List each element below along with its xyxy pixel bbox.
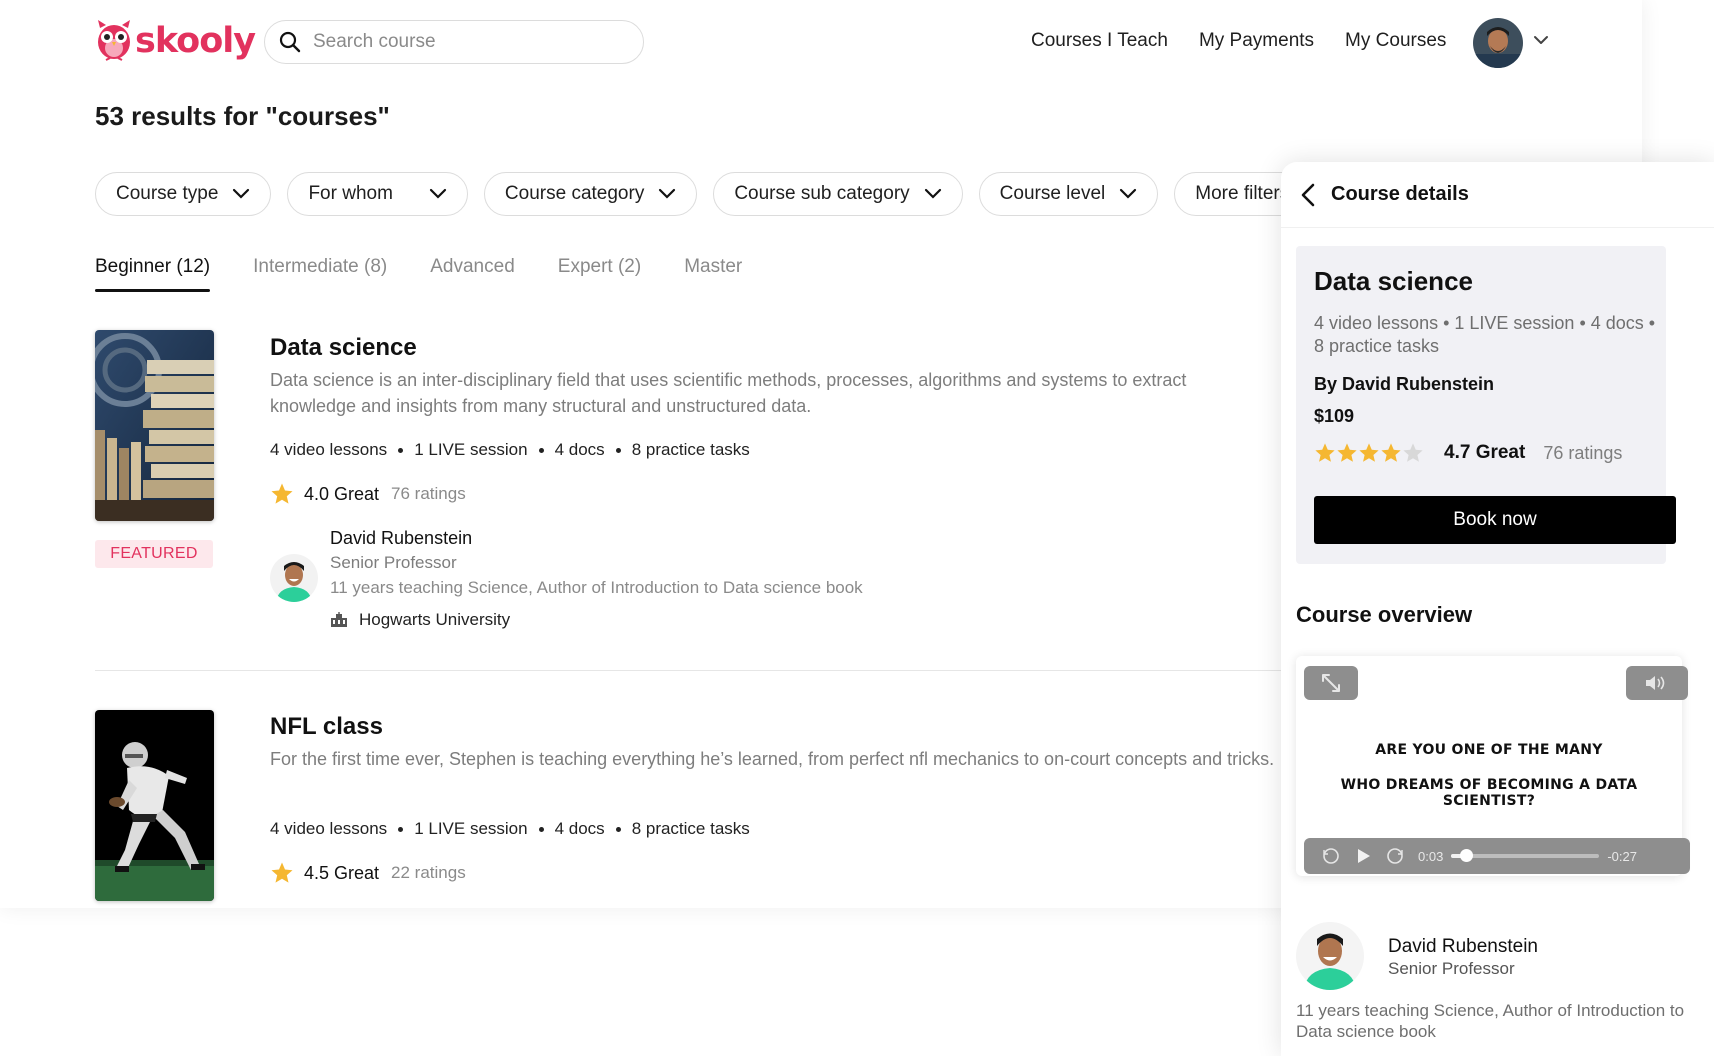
star-filled-icon bbox=[1359, 443, 1379, 462]
course-title[interactable]: NFL class bbox=[270, 713, 383, 741]
fullscreen-button[interactable] bbox=[1304, 666, 1358, 700]
tab-beginner[interactable]: Beginner (12) bbox=[95, 256, 211, 292]
owl-logo-icon bbox=[94, 18, 134, 64]
star-filled-icon bbox=[1381, 443, 1401, 462]
instructor-avatar[interactable] bbox=[270, 554, 318, 602]
book-now-button[interactable]: Book now bbox=[1314, 496, 1676, 544]
play-icon[interactable] bbox=[1354, 847, 1372, 865]
course-thumbnail-books[interactable] bbox=[95, 330, 214, 521]
university-icon bbox=[331, 612, 347, 627]
results-title: 53 results for "courses" bbox=[95, 101, 390, 131]
course-rating: 4.7 Great 76 ratings bbox=[1314, 442, 1622, 464]
course-rating: 4.0 Great 76 ratings bbox=[270, 482, 466, 506]
course-name: Data science bbox=[1314, 266, 1473, 296]
course-description: Data science is an inter-disciplinary fi… bbox=[270, 370, 1187, 416]
course-meta: 4 video lessons 1 LIVE session 4 docs 8 … bbox=[270, 819, 750, 838]
video-controls: 0:03 -0:27 bbox=[1304, 838, 1690, 874]
chevron-down-icon bbox=[1120, 188, 1137, 199]
course-description: For the first time ever, Stephen is teac… bbox=[270, 749, 1275, 769]
panel-title: Course details bbox=[1331, 183, 1469, 205]
panel-header: Course details bbox=[1281, 162, 1714, 228]
instructor-university: Hogwarts University bbox=[330, 610, 510, 630]
course-details-panel: Course details Data science 4 video less… bbox=[1281, 162, 1714, 1056]
star-filled-icon bbox=[1337, 443, 1357, 462]
video-remaining: -0:27 bbox=[1607, 848, 1637, 864]
instructor-bio: 11 years teaching Science, Author of Int… bbox=[1296, 1001, 1685, 1041]
course-title[interactable]: Data science bbox=[270, 334, 417, 362]
user-avatar[interactable] bbox=[1473, 18, 1523, 68]
instructor-role: Senior Professor bbox=[1388, 959, 1515, 978]
instructor-bio: 11 years teaching Science, Author of Int… bbox=[330, 578, 863, 597]
tab-master[interactable]: Master bbox=[684, 256, 742, 292]
course-price: $109 bbox=[1314, 406, 1355, 426]
filter-course-sub-category[interactable]: Course sub category bbox=[713, 172, 963, 216]
video-caption-line-1: ARE YOU ONE OF THE MANY bbox=[1375, 742, 1603, 758]
video-elapsed: 0:03 bbox=[1418, 848, 1444, 864]
chevron-down-icon bbox=[924, 188, 941, 199]
video-caption-line-2: WHO DREAMS OF BECOMING A DATA SCIENTIST? bbox=[1340, 777, 1638, 809]
back-arrow-icon[interactable] bbox=[1301, 183, 1315, 207]
star-icon bbox=[271, 483, 293, 504]
star-icon bbox=[271, 862, 293, 883]
filter-course-level[interactable]: Course level bbox=[978, 172, 1159, 216]
course-author[interactable]: By David Rubenstein bbox=[1314, 374, 1494, 395]
course-meta: 4 video lessons 1 LIVE session 4 docs 8 … bbox=[270, 440, 750, 459]
nav-courses-i-teach[interactable]: Courses I Teach bbox=[1031, 30, 1168, 52]
volume-button[interactable] bbox=[1626, 666, 1688, 700]
chevron-down-icon bbox=[233, 188, 250, 199]
tab-advanced[interactable]: Advanced bbox=[430, 256, 515, 292]
star-filled-icon bbox=[1315, 443, 1335, 462]
course-meta: 4 video lessons • 1 LIVE session • 4 doc… bbox=[1314, 313, 1656, 356]
search-box[interactable] bbox=[264, 20, 644, 64]
course-thumbnail-football[interactable] bbox=[95, 710, 214, 901]
rating-stars bbox=[1314, 442, 1424, 464]
instructor-avatar[interactable] bbox=[1296, 922, 1364, 990]
filter-bar: Course type For whom Course category Cou… bbox=[95, 172, 1326, 216]
brand-name: skooly bbox=[135, 21, 256, 61]
rewind-15-icon[interactable] bbox=[1322, 847, 1340, 865]
course-divider bbox=[95, 670, 1285, 671]
filter-for-whom[interactable]: For whom bbox=[287, 172, 468, 216]
chevron-down-icon bbox=[659, 188, 676, 199]
search-icon bbox=[279, 31, 301, 53]
level-tabs: Beginner (12) Intermediate (8) Advanced … bbox=[95, 256, 785, 292]
course-rating: 4.5 Great 22 ratings bbox=[270, 861, 466, 885]
video-progress-bar[interactable] bbox=[1451, 849, 1600, 862]
instructor-name[interactable]: David Rubenstein bbox=[330, 528, 472, 549]
star-empty-icon bbox=[1403, 443, 1423, 462]
nav-my-payments[interactable]: My Payments bbox=[1199, 30, 1314, 52]
chevron-down-icon bbox=[429, 188, 447, 199]
volume-icon bbox=[1646, 676, 1665, 690]
filter-course-category[interactable]: Course category bbox=[483, 172, 698, 216]
filter-course-type[interactable]: Course type bbox=[95, 172, 272, 216]
search-input[interactable] bbox=[313, 31, 603, 53]
course-summary-card: Data science 4 video lessons • 1 LIVE se… bbox=[1296, 246, 1676, 564]
expand-icon bbox=[1322, 674, 1340, 692]
video-scrubber[interactable] bbox=[1460, 849, 1474, 862]
nav-my-courses[interactable]: My Courses bbox=[1345, 30, 1446, 52]
video-player[interactable]: ARE YOU ONE OF THE MANY WHO DREAMS OF BE… bbox=[1296, 656, 1690, 876]
instructor-name[interactable]: David Rubenstein bbox=[1388, 936, 1538, 958]
tab-expert[interactable]: Expert (2) bbox=[558, 256, 641, 292]
chevron-down-icon[interactable] bbox=[1533, 32, 1549, 48]
forward-15-icon[interactable] bbox=[1386, 847, 1404, 865]
skooly-logo[interactable]: skooly bbox=[94, 18, 256, 64]
tab-intermediate[interactable]: Intermediate (8) bbox=[253, 256, 387, 292]
featured-badge: FEATURED bbox=[95, 540, 213, 568]
instructor-role: Senior Professor bbox=[330, 553, 457, 572]
top-nav: Courses I Teach My Payments My Courses bbox=[1031, 30, 1477, 52]
overview-title: Course overview bbox=[1296, 602, 1473, 627]
